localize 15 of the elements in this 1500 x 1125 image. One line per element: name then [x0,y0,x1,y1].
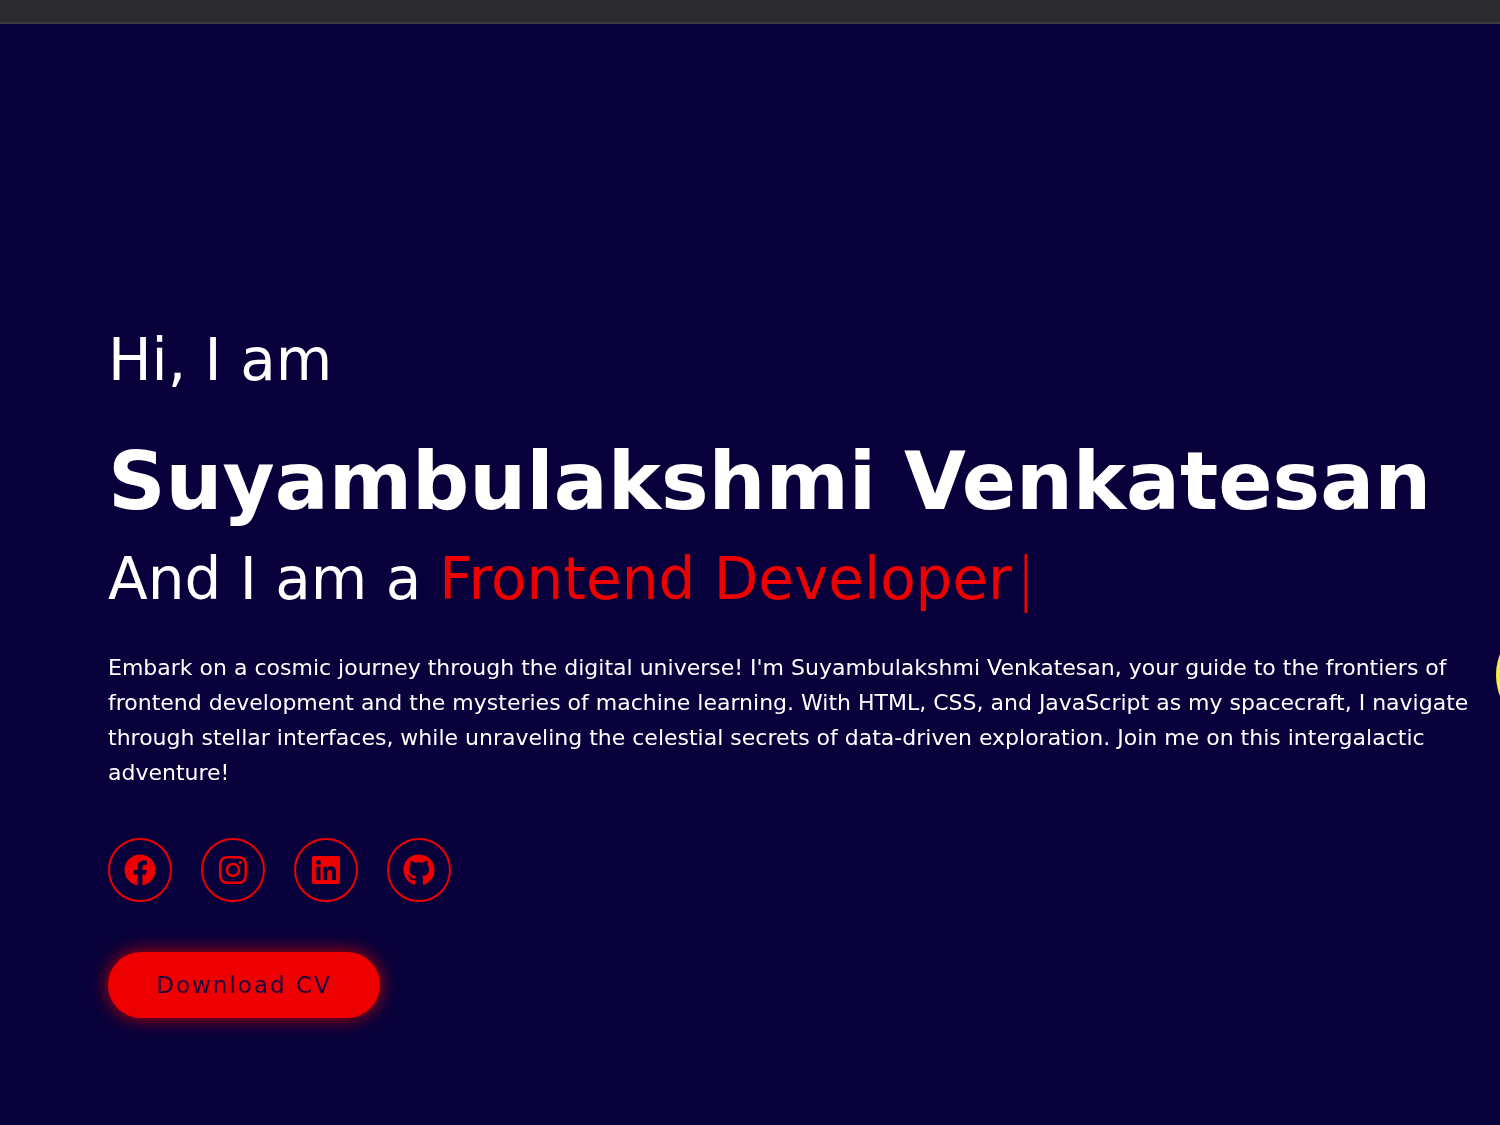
social-link[interactable] [108,838,172,903]
intro-paragraph: Embark on a cosmic journey through the digital universe! I'm Suyambulakshmi Venkatesan, your guide to the frontiers of frontend development and the mysteries of machine learning. With HTML, CSS, and JavaScript as my spacecraft, I navigate through stellar interfaces, while unraveling the celestial secrets of data-driven exploration. Join me on this intergalactic adventure! [108,654,1470,788]
download-cv-button[interactable]: Download CV [108,952,380,1019]
greeting-text: Hi, I am [108,326,333,396]
name-heading: Suyambulakshmi Venkatesan [108,437,1432,526]
instagram-icon [217,854,249,887]
typing-cursor: | [1015,545,1036,613]
social-link[interactable] [294,838,358,903]
linkedin-icon [310,854,342,887]
social-link[interactable] [387,838,451,903]
social-link[interactable] [201,838,265,903]
github-icon [403,854,435,887]
role-prefix: And I am a [108,545,422,613]
facebook-icon [124,854,156,887]
role-text: Frontend Developer [439,545,1012,613]
